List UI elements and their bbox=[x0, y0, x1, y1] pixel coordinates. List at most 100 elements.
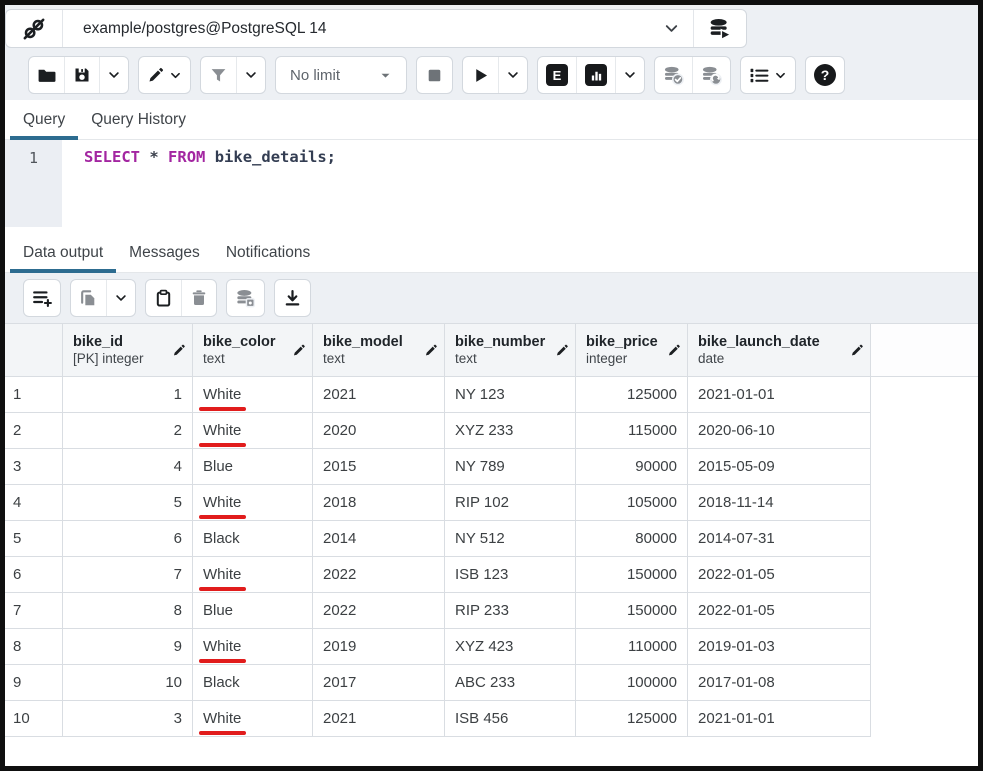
cell-bike_price[interactable]: 115000 bbox=[576, 413, 688, 449]
cell-bike_price[interactable]: 125000 bbox=[576, 377, 688, 413]
connection-selector[interactable]: example/postgres@PostgreSQL 14 bbox=[5, 9, 747, 48]
cell-bike_number[interactable]: NY 512 bbox=[445, 521, 576, 557]
cell-bike_number[interactable]: ABC 233 bbox=[445, 665, 576, 701]
cell-bike_id[interactable]: 6 bbox=[63, 521, 193, 557]
row-number-cell[interactable]: 6 bbox=[5, 557, 63, 593]
cell-bike_launch_date[interactable]: 2022-01-05 bbox=[688, 557, 871, 593]
copy-options-caret-icon[interactable] bbox=[107, 280, 135, 316]
cell-bike_number[interactable]: RIP 233 bbox=[445, 593, 576, 629]
macros-button[interactable] bbox=[741, 57, 795, 93]
cell-bike_price[interactable]: 105000 bbox=[576, 485, 688, 521]
explain-button[interactable]: E bbox=[538, 57, 577, 93]
cell-bike_model[interactable]: 2015 bbox=[313, 449, 445, 485]
save-file-button[interactable] bbox=[65, 57, 100, 93]
cell-bike_id[interactable]: 3 bbox=[63, 701, 193, 737]
cell-bike_number[interactable]: NY 123 bbox=[445, 377, 576, 413]
cell-bike_launch_date[interactable]: 2021-01-01 bbox=[688, 701, 871, 737]
cell-bike_launch_date[interactable]: 2020-06-10 bbox=[688, 413, 871, 449]
filter-options-caret-icon[interactable] bbox=[237, 57, 265, 93]
open-file-button[interactable] bbox=[29, 57, 65, 93]
execute-button[interactable] bbox=[463, 57, 499, 93]
column-header-bike_price[interactable]: bike_priceinteger bbox=[576, 323, 688, 377]
cell-bike_number[interactable]: XYZ 233 bbox=[445, 413, 576, 449]
cell-bike_color[interactable]: White bbox=[193, 629, 313, 665]
cell-bike_model[interactable]: 2019 bbox=[313, 629, 445, 665]
cell-bike_id[interactable]: 10 bbox=[63, 665, 193, 701]
column-header-bike_color[interactable]: bike_colortext bbox=[193, 323, 313, 377]
save-data-changes-button[interactable] bbox=[227, 280, 264, 316]
row-number-cell[interactable]: 7 bbox=[5, 593, 63, 629]
column-header-bike_launch_date[interactable]: bike_launch_datedate bbox=[688, 323, 871, 377]
cell-bike_launch_date[interactable]: 2015-05-09 bbox=[688, 449, 871, 485]
cell-bike_color[interactable]: White bbox=[193, 413, 313, 449]
cell-bike_color[interactable]: White bbox=[193, 377, 313, 413]
column-header-bike_model[interactable]: bike_modeltext bbox=[313, 323, 445, 377]
edit-menu-button[interactable] bbox=[139, 57, 190, 93]
explain-analyze-button[interactable] bbox=[577, 57, 616, 93]
new-connection-button[interactable] bbox=[693, 10, 746, 47]
tab-data-output[interactable]: Data output bbox=[10, 233, 116, 272]
cell-bike_color[interactable]: White bbox=[193, 557, 313, 593]
cell-bike_number[interactable]: ISB 123 bbox=[445, 557, 576, 593]
tab-query-history[interactable]: Query History bbox=[78, 100, 199, 139]
column-header-bike_number[interactable]: bike_numbertext bbox=[445, 323, 576, 377]
row-number-cell[interactable]: 10 bbox=[5, 701, 63, 737]
delete-row-button[interactable] bbox=[182, 280, 216, 316]
cell-bike_id[interactable]: 9 bbox=[63, 629, 193, 665]
row-number-cell[interactable]: 5 bbox=[5, 521, 63, 557]
tab-query[interactable]: Query bbox=[10, 100, 78, 139]
explain-options-caret-icon[interactable] bbox=[616, 57, 644, 93]
cell-bike_launch_date[interactable]: 2018-11-14 bbox=[688, 485, 871, 521]
cell-bike_launch_date[interactable]: 2019-01-03 bbox=[688, 629, 871, 665]
sql-code[interactable]: SELECT * FROM bike_details; bbox=[62, 140, 336, 227]
cell-bike_model[interactable]: 2021 bbox=[313, 377, 445, 413]
cell-bike_model[interactable]: 2014 bbox=[313, 521, 445, 557]
cell-bike_color[interactable]: Black bbox=[193, 521, 313, 557]
tab-notifications[interactable]: Notifications bbox=[213, 233, 323, 272]
cell-bike_number[interactable]: NY 789 bbox=[445, 449, 576, 485]
cell-bike_id[interactable]: 4 bbox=[63, 449, 193, 485]
save-options-caret-icon[interactable] bbox=[100, 57, 128, 93]
select-all-corner-cell[interactable] bbox=[5, 323, 63, 377]
cell-bike_color[interactable]: Blue bbox=[193, 593, 313, 629]
cell-bike_model[interactable]: 2018 bbox=[313, 485, 445, 521]
add-row-button[interactable] bbox=[24, 280, 60, 316]
cell-bike_number[interactable]: RIP 102 bbox=[445, 485, 576, 521]
paste-button[interactable] bbox=[146, 280, 182, 316]
row-number-cell[interactable]: 2 bbox=[5, 413, 63, 449]
cell-bike_price[interactable]: 90000 bbox=[576, 449, 688, 485]
column-header-bike_id[interactable]: bike_id[PK] integer bbox=[63, 323, 193, 377]
cell-bike_id[interactable]: 7 bbox=[63, 557, 193, 593]
cell-bike_color[interactable]: Blue bbox=[193, 449, 313, 485]
cell-bike_launch_date[interactable]: 2017-01-08 bbox=[688, 665, 871, 701]
cell-bike_number[interactable]: ISB 456 bbox=[445, 701, 576, 737]
cell-bike_model[interactable]: 2020 bbox=[313, 413, 445, 449]
stop-button[interactable] bbox=[417, 57, 452, 93]
cell-bike_id[interactable]: 8 bbox=[63, 593, 193, 629]
cell-bike_number[interactable]: XYZ 423 bbox=[445, 629, 576, 665]
cell-bike_model[interactable]: 2021 bbox=[313, 701, 445, 737]
commit-button[interactable] bbox=[655, 57, 693, 93]
cell-bike_price[interactable]: 100000 bbox=[576, 665, 688, 701]
cell-bike_price[interactable]: 125000 bbox=[576, 701, 688, 737]
cell-bike_price[interactable]: 110000 bbox=[576, 629, 688, 665]
row-number-cell[interactable]: 1 bbox=[5, 377, 63, 413]
cell-bike_launch_date[interactable]: 2014-07-31 bbox=[688, 521, 871, 557]
copy-button[interactable] bbox=[71, 280, 107, 316]
cell-bike_color[interactable]: White bbox=[193, 701, 313, 737]
row-number-cell[interactable]: 9 bbox=[5, 665, 63, 701]
help-button[interactable]: ? bbox=[806, 57, 844, 93]
cell-bike_id[interactable]: 2 bbox=[63, 413, 193, 449]
filter-button[interactable] bbox=[201, 57, 237, 93]
cell-bike_model[interactable]: 2017 bbox=[313, 665, 445, 701]
cell-bike_id[interactable]: 1 bbox=[63, 377, 193, 413]
connection-dropdown-caret-icon[interactable] bbox=[649, 10, 693, 47]
cell-bike_price[interactable]: 150000 bbox=[576, 593, 688, 629]
cell-bike_launch_date[interactable]: 2022-01-05 bbox=[688, 593, 871, 629]
execute-options-caret-icon[interactable] bbox=[499, 57, 527, 93]
cell-bike_model[interactable]: 2022 bbox=[313, 557, 445, 593]
row-number-cell[interactable]: 3 bbox=[5, 449, 63, 485]
tab-messages[interactable]: Messages bbox=[116, 233, 213, 272]
sql-editor[interactable]: 1 SELECT * FROM bike_details; bbox=[5, 140, 978, 227]
cell-bike_price[interactable]: 80000 bbox=[576, 521, 688, 557]
